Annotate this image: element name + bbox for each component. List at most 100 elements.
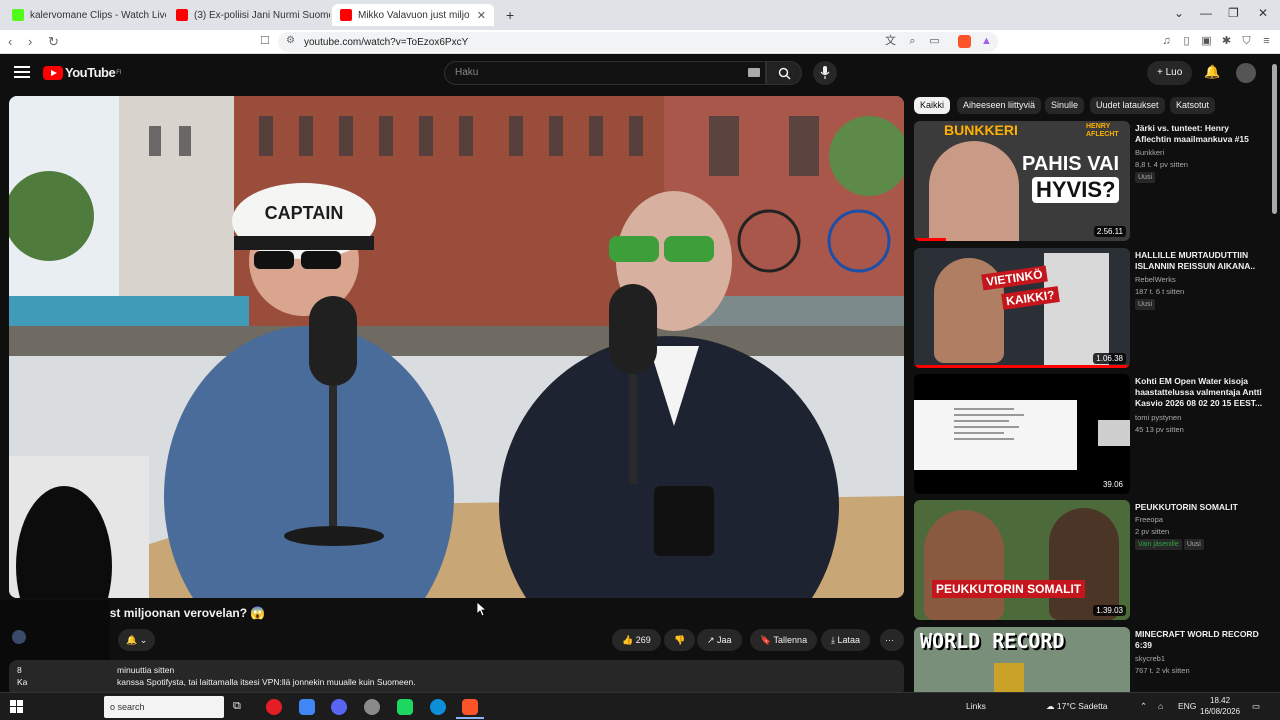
restore-icon[interactable]: ❐	[1228, 6, 1239, 20]
opera-icon[interactable]	[266, 699, 282, 715]
video-frame: CAPTAIN	[9, 96, 904, 598]
reload-icon[interactable]: ↻	[48, 34, 59, 50]
chip-new-uploads[interactable]: Uudet lataukset	[1090, 97, 1165, 114]
recommendation-title[interactable]: Kohti EM Open Water kisoja haastatteluss…	[1135, 376, 1265, 409]
channel-name[interactable]: Bunkkeri	[1135, 147, 1164, 158]
browser-tab-2[interactable]: (3) Ex-poliisi Jani Nurmi Suomen pc	[168, 4, 330, 26]
channel-name[interactable]: skycreb1	[1135, 653, 1165, 664]
chip-for-you[interactable]: Sinulle	[1045, 97, 1085, 114]
app-icon-green[interactable]	[397, 699, 413, 715]
links-toolbar[interactable]: Links	[966, 701, 986, 711]
chrome-icon[interactable]	[299, 699, 315, 715]
new-badge: Uusi	[1183, 539, 1204, 550]
task-view-icon[interactable]: ⧉	[233, 700, 241, 713]
close-window-icon[interactable]: ✕	[1258, 6, 1268, 20]
scrollbar-thumb[interactable]	[1272, 64, 1277, 214]
browser-tab-1[interactable]: kalervomane Clips - Watch Live on K	[4, 4, 166, 26]
forward-icon[interactable]: ›	[28, 34, 32, 49]
close-tab-icon[interactable]: ✕	[471, 9, 486, 22]
video-player[interactable]: CAPTAIN	[9, 96, 904, 598]
save-button[interactable]: 🔖 Tallenna	[750, 629, 818, 651]
language-indicator[interactable]: ENG	[1178, 701, 1196, 711]
notification-center-icon[interactable]: ▭	[1252, 701, 1260, 712]
back-icon[interactable]: ‹	[8, 34, 12, 49]
avatar[interactable]	[1236, 63, 1256, 83]
video-thumbnail[interactable]: VIETINKÖ KAIKKI? 1.06.38	[914, 248, 1130, 368]
chip-watched[interactable]: Katsotut	[1170, 97, 1216, 114]
taskbar-search-field[interactable]: o search	[104, 696, 224, 718]
tab-list-icon[interactable]: ⌄	[1174, 6, 1184, 20]
zoom-icon[interactable]: ⌕	[906, 35, 919, 48]
create-button[interactable]: + Luo	[1147, 61, 1193, 85]
description-box[interactable]: 8 minuuttia sitten Ka kanssa Spotifysta,…	[9, 660, 904, 696]
share-button[interactable]: ↗ Jaa	[697, 629, 742, 651]
keyboard-icon[interactable]	[748, 68, 760, 77]
youtube-icon	[176, 9, 188, 21]
recommendation-item[interactable]: WORLD RECORD MINECRAFT WORLD RECORD 6:39…	[914, 627, 1270, 692]
voice-search-button[interactable]	[813, 61, 837, 85]
windows-start-icon[interactable]	[10, 700, 24, 714]
bookmark-icon[interactable]: ☐	[260, 34, 270, 47]
recommendation-item[interactable]: 39.06 Kohti EM Open Water kisoja haastat…	[914, 374, 1270, 496]
chip-kaikki[interactable]: Kaikki	[914, 97, 951, 114]
search-button[interactable]	[766, 61, 802, 85]
weather-text: 17°C Sadetta	[1056, 701, 1108, 711]
brave-shields-icon[interactable]	[958, 35, 971, 48]
discord-icon[interactable]	[331, 699, 347, 715]
video-thumbnail[interactable]: 39.06	[914, 374, 1130, 494]
brave-icon[interactable]	[462, 699, 478, 715]
like-button[interactable]: 👍 269	[612, 629, 661, 651]
chevron-down-icon: ⌄	[137, 635, 148, 645]
channel-name[interactable]: tomi pystynen	[1135, 412, 1181, 423]
app-icon[interactable]	[364, 699, 380, 715]
clock[interactable]: 18.42 16/08/2026	[1200, 695, 1240, 717]
translate-icon[interactable]: 文	[884, 35, 897, 48]
more-actions-button[interactable]: ···	[880, 629, 904, 651]
logo-country: FI	[116, 69, 122, 76]
media-icon[interactable]: ♫	[1160, 35, 1173, 48]
mouse-cursor	[476, 601, 488, 621]
recommendation-title[interactable]: MINECRAFT WORLD RECORD 6:39	[1135, 629, 1265, 651]
tab-title: kalervomane Clips - Watch Live on K	[30, 9, 166, 21]
download-button[interactable]: ⤓ Lataa	[821, 629, 871, 651]
network-icon[interactable]: ⌂	[1158, 701, 1163, 711]
channel-name[interactable]: RebelWerks	[1135, 274, 1176, 285]
recommendation-title[interactable]: Järki vs. tunteet: Henry Aflechtin maail…	[1135, 123, 1265, 145]
wallet-icon[interactable]: ▣	[1200, 35, 1213, 48]
chip-related[interactable]: Aiheeseen liittyviä	[957, 97, 1042, 114]
thumb-small-text: HENRY AFLECHT	[1086, 123, 1119, 138]
menu-icon[interactable]: ≡	[1260, 35, 1273, 48]
new-tab-button[interactable]: +	[498, 4, 518, 26]
notifications-bell-icon[interactable]: 🔔	[1204, 64, 1220, 80]
edge-icon[interactable]	[430, 699, 446, 715]
recommendation-item[interactable]: VIETINKÖ KAIKKI? 1.06.38 HALLILLE MURTAU…	[914, 248, 1270, 370]
notification-bell-button[interactable]: 🔔 ⌄	[118, 629, 156, 651]
dislike-button[interactable]: 👎	[664, 629, 696, 651]
browser-tab-3[interactable]: Mikko Valavuon just miljo ✕	[332, 4, 494, 26]
recommendation-title[interactable]: PEUKKUTORIN SOMALIT	[1135, 502, 1265, 513]
extensions-icon[interactable]: ✱	[1220, 35, 1233, 48]
brave-rewards-icon[interactable]: ▲	[980, 35, 993, 48]
cast-icon[interactable]: ▭	[928, 35, 941, 48]
video-thumbnail[interactable]: WORLD RECORD	[914, 627, 1130, 692]
recommendation-title[interactable]: HALLILLE MURTAUDUTTIIN ISLANNIN REISSUN …	[1135, 250, 1265, 272]
minimize-icon[interactable]: —	[1200, 6, 1212, 20]
hamburger-menu-icon[interactable]	[14, 64, 30, 78]
recommendation-item[interactable]: BUNKKERI HENRY AFLECHT PAHIS VAI HYVIS? …	[914, 121, 1270, 243]
channel-name[interactable]: Freeopa	[1135, 514, 1163, 525]
channel-avatar[interactable]	[12, 630, 26, 644]
search-input[interactable]: Haku	[444, 61, 766, 85]
video-thumbnail[interactable]: PEUKKUTORIN SOMALIT 1.39.03	[914, 500, 1130, 620]
page-scrollbar[interactable]	[1270, 58, 1278, 692]
sidebar-icon[interactable]: ▯	[1180, 35, 1193, 48]
video-meta: 2 pv sitten	[1135, 527, 1170, 536]
clock-date: 16/08/2026	[1200, 707, 1241, 716]
weather-widget[interactable]: ☁ 17°C Sadetta	[1046, 701, 1108, 712]
youtube-logo[interactable]: YouTube FI	[43, 65, 122, 80]
vpn-icon[interactable]: ⛉	[1240, 35, 1253, 48]
tray-overflow-icon[interactable]: ⌃	[1140, 701, 1147, 712]
url-text: youtube.com/watch?v=ToEzox6PxcY	[304, 36, 469, 48]
site-info-icon[interactable]: ⚙	[286, 35, 295, 46]
video-thumbnail[interactable]: BUNKKERI HENRY AFLECHT PAHIS VAI HYVIS? …	[914, 121, 1130, 241]
recommendation-item[interactable]: PEUKKUTORIN SOMALIT 1.39.03 PEUKKUTORIN …	[914, 500, 1270, 622]
